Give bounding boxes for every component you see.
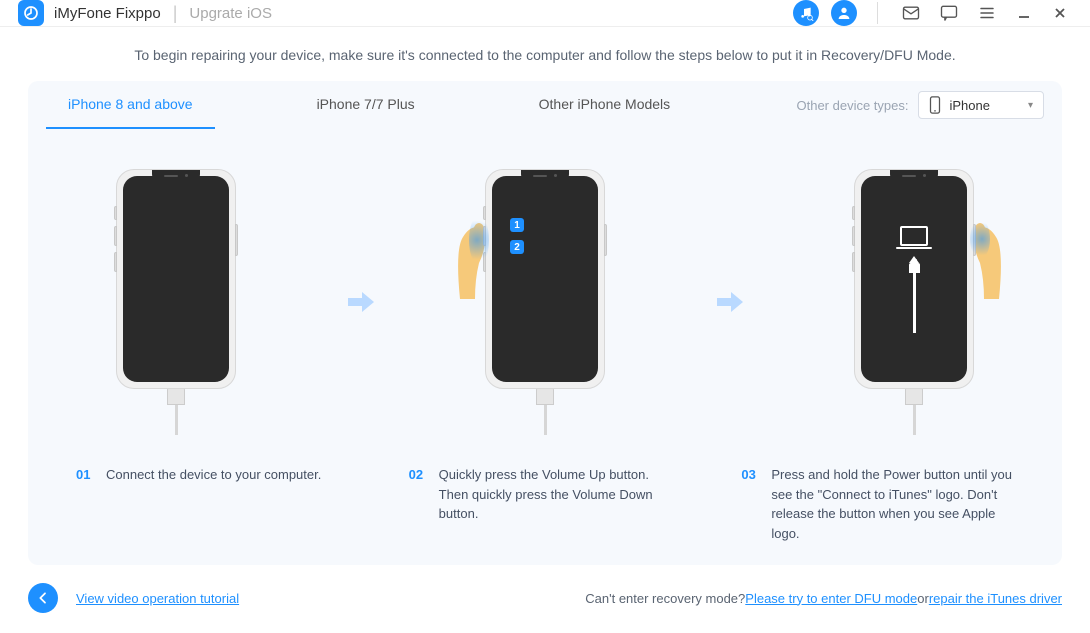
titlebar-actions (793, 0, 1072, 26)
device-type-label: Other device types: (796, 98, 908, 113)
arrow-right-icon (713, 290, 747, 314)
dfu-mode-link[interactable]: Please try to enter DFU mode (745, 591, 917, 606)
step-number: 02 (409, 465, 429, 543)
step-text: Connect the device to your computer. (106, 465, 321, 543)
main-content: To begin repairing your device, make sur… (0, 27, 1090, 565)
tab-other-iphone[interactable]: Other iPhone Models (517, 81, 693, 129)
device-select[interactable]: iPhone ▾ (918, 91, 1044, 119)
step-captions: 01 Connect the device to your computer. … (46, 455, 1044, 543)
device-type-chooser: Other device types: iPhone ▾ (796, 91, 1044, 119)
chevron-down-icon: ▾ (1028, 100, 1033, 111)
step-text: Press and hold the Power button until yo… (771, 465, 1014, 543)
footer-or: or (917, 591, 929, 606)
step3-illustration (814, 169, 1014, 435)
intro-text: To begin repairing your device, make sur… (28, 47, 1062, 63)
step2-illustration: 1 2 (445, 169, 645, 435)
repair-driver-link[interactable]: repair the iTunes driver (929, 591, 1062, 606)
step3-caption: 03 Press and hold the Power button until… (741, 465, 1014, 543)
arrow-right-icon (344, 290, 378, 314)
titlebar: iMyFone Fixppo | Upgrate iOS (0, 0, 1090, 27)
footer-help-text: Can't enter recovery mode? (585, 591, 745, 606)
tab-iphone7[interactable]: iPhone 7/7 Plus (295, 81, 437, 129)
tab-label: iPhone 7/7 Plus (317, 96, 415, 112)
account-icon[interactable] (831, 0, 857, 26)
step1-illustration (76, 169, 276, 435)
step-number: 03 (741, 465, 761, 543)
cable-icon (905, 389, 923, 435)
tabs-row: iPhone 8 and above iPhone 7/7 Plus Other… (46, 81, 1044, 129)
feedback-icon[interactable] (936, 0, 962, 26)
mail-icon[interactable] (898, 0, 924, 26)
cable-icon (167, 389, 185, 435)
close-button[interactable] (1048, 1, 1072, 25)
step-number: 01 (76, 465, 96, 543)
step-text: Quickly press the Volume Up button. Then… (439, 465, 682, 543)
cable-icon (536, 389, 554, 435)
breadcrumb: Upgrate iOS (189, 5, 272, 22)
tab-iphone8-above[interactable]: iPhone 8 and above (46, 81, 215, 129)
app-logo (18, 0, 44, 26)
app-title: iMyFone Fixppo (54, 5, 161, 22)
tab-label: iPhone 8 and above (68, 96, 193, 112)
footer: View video operation tutorial Can't ente… (0, 565, 1090, 633)
breadcrumb-separator: | (173, 3, 178, 24)
music-icon[interactable] (793, 0, 819, 26)
minimize-button[interactable] (1012, 1, 1036, 25)
step2-caption: 02 Quickly press the Volume Up button. T… (409, 465, 682, 543)
step-badge-2: 2 (510, 240, 524, 254)
step-badge-1: 1 (510, 218, 524, 232)
tab-label: Other iPhone Models (539, 96, 671, 112)
step1-caption: 01 Connect the device to your computer. (76, 465, 349, 543)
steps-illustrations: 1 2 (46, 129, 1044, 455)
menu-icon[interactable] (974, 0, 1000, 26)
device-select-value: iPhone (949, 98, 989, 113)
video-tutorial-link[interactable]: View video operation tutorial (76, 591, 239, 606)
back-button[interactable] (28, 583, 58, 613)
instruction-panel: iPhone 8 and above iPhone 7/7 Plus Other… (28, 81, 1062, 565)
connect-itunes-icon (861, 176, 967, 382)
